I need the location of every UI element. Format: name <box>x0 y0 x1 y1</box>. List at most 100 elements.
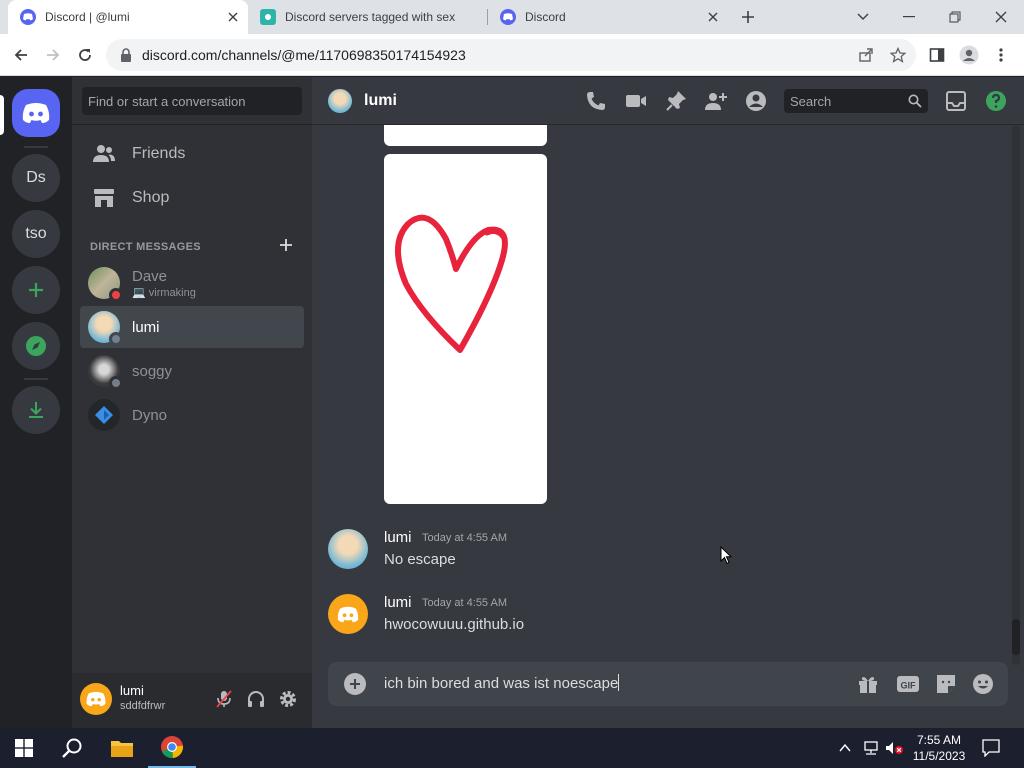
image-attachment[interactable] <box>384 125 547 146</box>
close-tab-icon[interactable] <box>226 10 240 24</box>
dm-status-text: 💻 virmaking <box>132 286 196 299</box>
dm-name: Dyno <box>132 406 168 424</box>
user-tag: sddfdfrwr <box>120 700 166 712</box>
chat-scrollbar-track[interactable] <box>1012 125 1020 665</box>
minimize-button[interactable] <box>886 0 932 34</box>
headphones-icon[interactable] <box>246 689 266 709</box>
server-rail: Ds tso <box>0 77 72 728</box>
new-tab-button[interactable] <box>725 0 771 34</box>
discord-favicon-icon <box>500 9 516 25</box>
message-author[interactable]: lumi <box>384 594 412 611</box>
gif-icon[interactable]: GIF <box>896 672 920 696</box>
avatar[interactable] <box>328 594 368 634</box>
attach-plus-button[interactable] <box>344 673 366 695</box>
emoji-icon[interactable] <box>971 672 995 696</box>
guild-ds[interactable]: Ds <box>12 154 60 202</box>
address-bar[interactable]: discord.com/channels/@me/117069835017415… <box>106 39 916 71</box>
chat-title: lumi <box>364 92 397 109</box>
forward-button[interactable] <box>40 42 66 68</box>
tab-discord-lumi[interactable]: Discord | @lumi <box>8 0 248 34</box>
chrome-menu-icon[interactable] <box>988 42 1014 68</box>
user-profile-icon[interactable] <box>744 89 768 113</box>
volume-muted-icon[interactable] <box>884 740 904 756</box>
chrome-taskbar-button[interactable] <box>148 728 196 768</box>
file-explorer-button[interactable] <box>98 728 146 768</box>
download-apps-button[interactable] <box>12 386 60 434</box>
find-conversation-input[interactable]: Find or start a conversation <box>82 87 302 115</box>
sticker-icon[interactable] <box>934 672 958 696</box>
user-name: lumi <box>120 683 144 698</box>
avatar <box>88 355 123 390</box>
dnd-status-icon <box>109 288 123 302</box>
video-call-icon[interactable] <box>624 89 648 113</box>
profile-avatar-icon[interactable] <box>956 42 982 68</box>
guild-tso[interactable]: tso <box>12 210 60 258</box>
close-window-button[interactable] <box>978 0 1024 34</box>
avatar <box>328 89 352 113</box>
inbox-icon[interactable] <box>944 89 968 113</box>
lock-icon[interactable] <box>120 48 132 62</box>
offline-status-icon <box>109 332 123 346</box>
bookmark-star-icon[interactable] <box>890 47 906 63</box>
dm-item-soggy[interactable]: soggy <box>80 350 304 392</box>
home-button[interactable] <box>12 89 60 137</box>
restore-button[interactable] <box>932 0 978 34</box>
message-author[interactable]: lumi <box>384 529 412 546</box>
message: lumi Today at 4:55 AM No escape <box>328 529 1008 573</box>
sidebar-item-friends[interactable]: Friends <box>80 133 304 175</box>
chat-search-input[interactable]: Search <box>784 89 928 113</box>
dm-section-header: DIRECT MESSAGES <box>90 241 201 253</box>
network-icon[interactable] <box>862 740 880 756</box>
tab-search-icon[interactable] <box>840 0 886 34</box>
dm-item-dyno[interactable]: Dyno <box>80 394 304 436</box>
discord-logo-icon <box>337 606 359 622</box>
avatar[interactable] <box>328 529 368 569</box>
svg-text:GIF: GIF <box>901 681 917 691</box>
notifications-icon[interactable] <box>982 739 1000 757</box>
friends-icon <box>93 145 115 162</box>
tab-title: Discord servers tagged with sex <box>285 10 455 24</box>
explore-servers-button[interactable] <box>12 322 60 370</box>
dm-item-dave[interactable]: Dave 💻 virmaking <box>80 262 304 304</box>
back-button[interactable] <box>8 42 34 68</box>
image-attachment-heart[interactable] <box>384 154 547 504</box>
close-tab-icon[interactable] <box>706 10 720 24</box>
tab-discord-servers[interactable]: Discord servers tagged with sex <box>248 0 488 34</box>
rail-divider <box>24 146 48 148</box>
gift-icon[interactable] <box>856 672 880 696</box>
reload-button[interactable] <box>72 42 98 68</box>
tab-discord[interactable]: Discord <box>488 0 728 34</box>
user-avatar[interactable] <box>80 683 112 715</box>
search-placeholder: Search <box>790 94 832 109</box>
add-server-button[interactable] <box>12 266 60 314</box>
sidebar-item-label: Friends <box>132 145 186 162</box>
browser-tab-strip: Discord | @lumi Discord servers tagged w… <box>0 0 1024 34</box>
add-friend-icon[interactable] <box>704 89 728 113</box>
create-dm-plus-icon[interactable] <box>278 237 294 253</box>
avatar <box>88 267 123 302</box>
discord-logo-icon <box>22 103 50 123</box>
clock-date: 11/5/2023 <box>912 749 966 763</box>
share-icon[interactable] <box>858 47 874 63</box>
mute-mic-icon[interactable] <box>214 689 234 709</box>
chat-scrollbar-thumb[interactable] <box>1012 619 1020 655</box>
sidebar-item-shop[interactable]: Shop <box>80 177 304 219</box>
message-input[interactable]: ich bin bored and was ist noescape <box>384 674 620 692</box>
taskbar-search-button[interactable] <box>48 728 96 768</box>
start-button[interactable] <box>0 728 48 768</box>
discord-favicon-icon <box>20 9 36 25</box>
voice-call-icon[interactable] <box>584 89 608 113</box>
taskbar-clock[interactable]: 7:55 AM 11/5/2023 <box>906 732 972 764</box>
tab-title: Discord | @lumi <box>45 10 130 24</box>
message-input-text: ich bin bored and was ist noescape <box>384 675 619 692</box>
pinned-messages-icon[interactable] <box>664 89 688 113</box>
dm-item-lumi[interactable]: lumi <box>80 306 304 348</box>
help-icon[interactable] <box>984 89 1008 113</box>
side-panel-icon[interactable] <box>924 42 950 68</box>
browser-toolbar: discord.com/channels/@me/117069835017415… <box>0 34 1024 76</box>
message-text: No escape <box>384 551 456 568</box>
show-hidden-icons-chevron-icon[interactable] <box>838 741 852 755</box>
dm-name: soggy <box>132 362 173 380</box>
message-timestamp: Today at 4:55 AM <box>422 532 507 544</box>
gear-icon[interactable] <box>278 689 298 709</box>
